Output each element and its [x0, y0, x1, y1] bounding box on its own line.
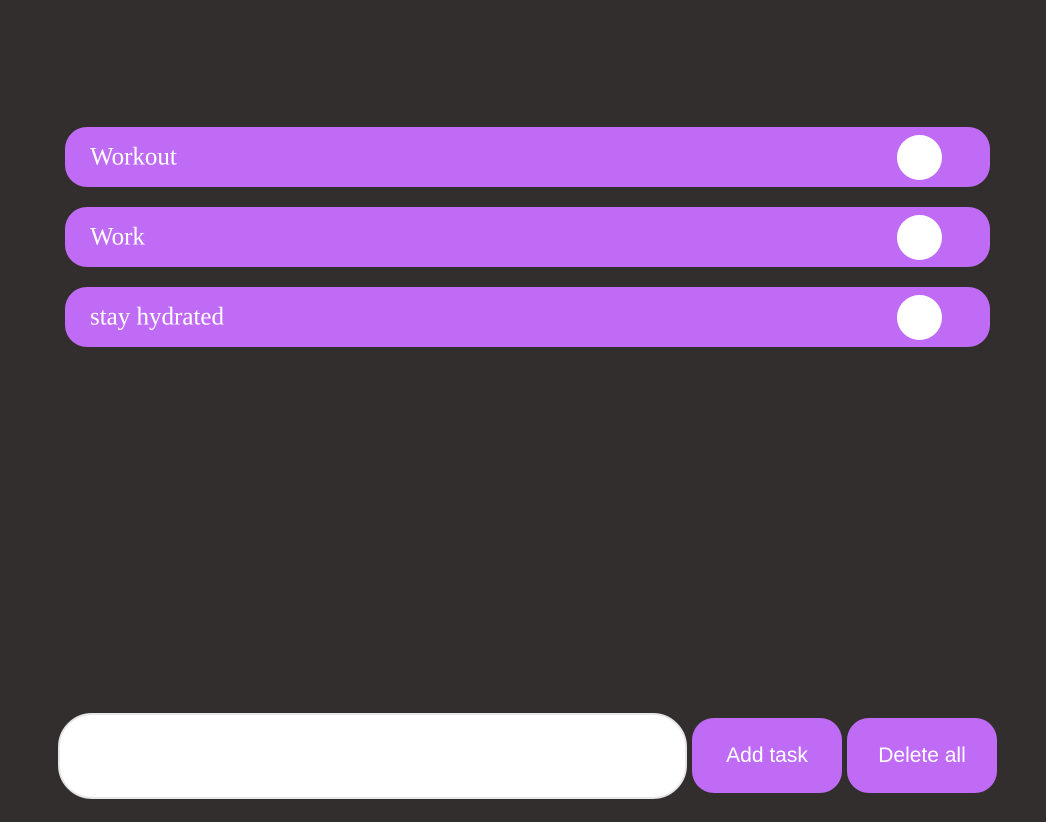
task-list: Workout Work stay hydrated — [65, 127, 990, 347]
task-label: Workout — [90, 143, 177, 171]
task-input[interactable] — [58, 713, 687, 799]
task-item-workout[interactable]: Workout — [65, 127, 990, 187]
delete-all-button[interactable]: Delete all — [847, 718, 997, 793]
task-toggle-icon[interactable] — [897, 134, 942, 180]
task-item-work[interactable]: Work — [65, 207, 990, 267]
task-item-stay-hydrated[interactable]: stay hydrated — [65, 287, 990, 347]
task-toggle-icon[interactable] — [897, 294, 942, 340]
task-label: stay hydrated — [90, 303, 224, 331]
add-task-button[interactable]: Add task — [692, 718, 842, 793]
task-label: Work — [90, 223, 145, 251]
task-composer: Add task Delete all — [58, 713, 998, 799]
task-toggle-icon[interactable] — [897, 214, 942, 260]
